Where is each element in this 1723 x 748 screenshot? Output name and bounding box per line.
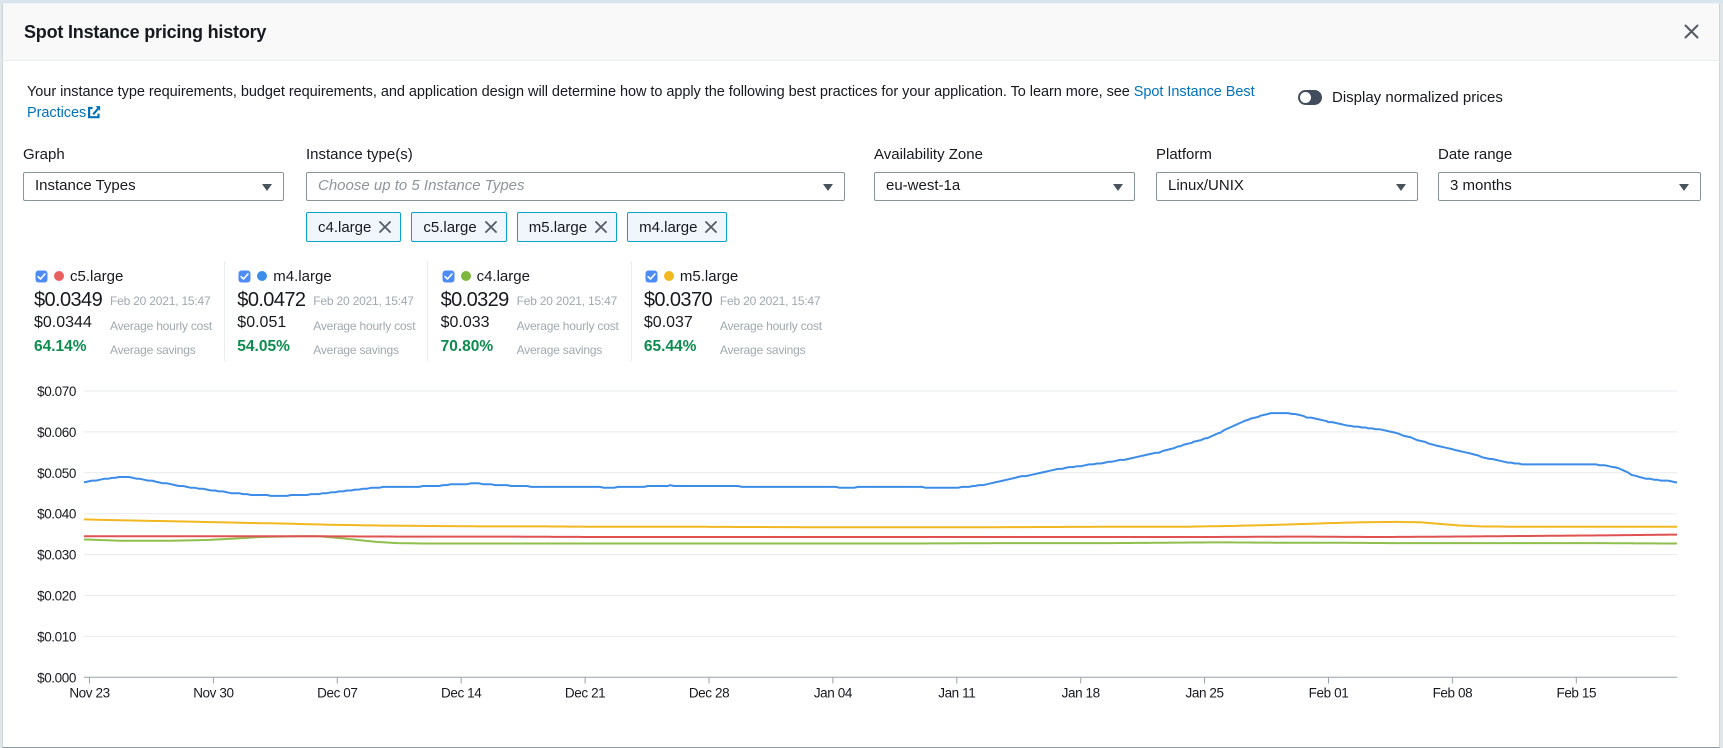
svg-text:$0.040: $0.040 (37, 507, 76, 522)
svg-text:Dec 21: Dec 21 (565, 686, 605, 701)
svg-text:Dec 28: Dec 28 (689, 686, 729, 701)
svg-text:Feb 08: Feb 08 (1433, 686, 1473, 701)
svg-text:$0.070: $0.070 (37, 384, 76, 399)
svg-text:Nov 23: Nov 23 (69, 686, 109, 701)
svg-text:Dec 14: Dec 14 (441, 686, 482, 701)
svg-text:Jan 25: Jan 25 (1186, 686, 1224, 701)
svg-text:$0.000: $0.000 (37, 670, 76, 685)
svg-text:Feb 01: Feb 01 (1309, 686, 1349, 701)
svg-text:$0.010: $0.010 (37, 629, 76, 644)
svg-text:$0.020: $0.020 (37, 589, 76, 604)
svg-text:Nov 30: Nov 30 (193, 686, 233, 701)
svg-text:Jan 18: Jan 18 (1062, 686, 1100, 701)
svg-text:$0.050: $0.050 (37, 466, 76, 481)
svg-text:$0.060: $0.060 (37, 425, 76, 440)
svg-text:Jan 11: Jan 11 (938, 686, 975, 701)
svg-text:Dec 07: Dec 07 (317, 686, 357, 701)
svg-text:Jan 04: Jan 04 (814, 686, 853, 701)
svg-text:Feb 15: Feb 15 (1556, 686, 1596, 701)
svg-text:$0.030: $0.030 (37, 548, 76, 563)
